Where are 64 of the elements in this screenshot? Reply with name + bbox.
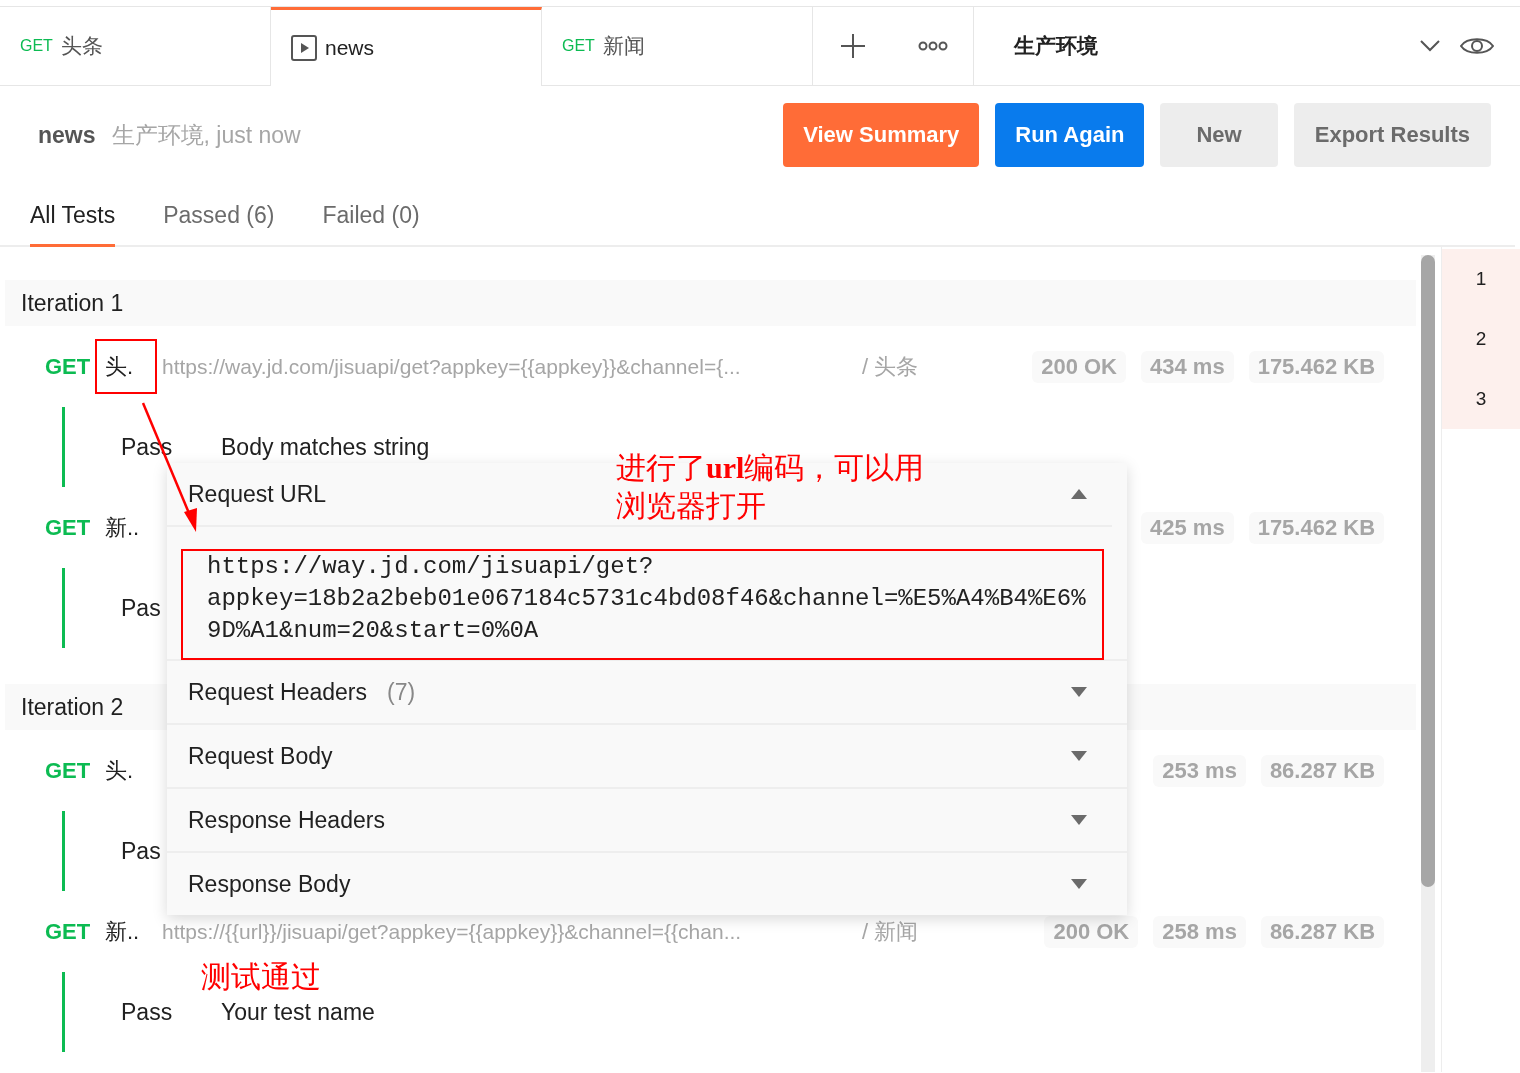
method-label: GET — [20, 37, 53, 55]
section-title[interactable]: Request URL — [188, 480, 327, 507]
method-label: GET — [45, 918, 92, 945]
chevron-down-icon[interactable] — [1420, 40, 1440, 52]
request-name: 头. — [105, 756, 135, 785]
action-button[interactable]: New — [1160, 103, 1278, 167]
result-tab[interactable]: All Tests — [30, 180, 116, 247]
environment-selector[interactable]: 生产环境 — [1014, 32, 1400, 60]
method-label: GET — [45, 353, 92, 380]
request-name: 头. — [105, 352, 135, 381]
method-label: GET — [562, 37, 595, 55]
add-icon[interactable] — [840, 33, 866, 59]
status-chip: 200 OK — [1044, 915, 1139, 948]
folder-path: / 头条 — [862, 352, 920, 381]
time-chip: 253 ms — [1153, 754, 1246, 787]
iteration-number[interactable]: 2 — [1442, 309, 1520, 369]
request-tab[interactable]: news — [271, 7, 542, 86]
annotation-text: 测试通过 — [201, 959, 321, 995]
size-chip: 175.462 KB — [1248, 350, 1385, 383]
section-title[interactable]: Response Headers — [188, 806, 385, 833]
eye-icon[interactable] — [1460, 35, 1494, 57]
size-chip: 175.462 KB — [1248, 511, 1385, 544]
caret-down-icon[interactable] — [1071, 879, 1087, 889]
more-icon[interactable] — [918, 41, 948, 51]
result-tab[interactable]: Failed (0) — [322, 180, 420, 247]
time-chip: 258 ms — [1153, 915, 1246, 948]
time-chip: 434 ms — [1141, 350, 1234, 383]
highlight-box — [95, 339, 157, 394]
section-title[interactable]: Request Body — [188, 742, 333, 769]
method-label: GET — [45, 514, 92, 541]
size-chip: 86.287 KB — [1260, 915, 1385, 948]
test-name: Your test name — [221, 998, 375, 1026]
request-url: https://{{url}}/jisuapi/get?appkey={{appkey}}&channel={{chan... — [162, 919, 743, 944]
caret-down-icon[interactable] — [1071, 751, 1087, 761]
request-name: 新.. — [105, 513, 141, 542]
caret-down-icon[interactable] — [1071, 687, 1087, 697]
iteration-number[interactable]: 3 — [1442, 369, 1520, 429]
caret-up-icon[interactable] — [1071, 489, 1087, 499]
scrollbar-thumb[interactable] — [1421, 255, 1436, 887]
action-button[interactable]: Run Again — [995, 103, 1145, 167]
tab-label: news — [325, 36, 375, 60]
request-url: https://way.jd.com/jisuapi/get?appkey={{appkey}}&channel={... — [162, 354, 742, 379]
action-button[interactable]: Export Results — [1293, 103, 1491, 167]
url-text: https://way.jd.com/jisuapi/get?appkey=18b2a2beb01e067184c5731c4bd08f46&channel=%E5%A4%B4%E6%9D%A1&num=20&start=0%0A — [167, 525, 1112, 659]
method-label: GET — [45, 757, 92, 784]
tab-label: 头条 — [60, 33, 103, 59]
test-name: Body matches string — [221, 433, 430, 461]
annotation-text: 进行了url编码，可以用浏览器打开 — [616, 450, 926, 524]
test-result: Pas — [121, 837, 162, 865]
time-chip: 425 ms — [1141, 511, 1234, 544]
caret-down-icon[interactable] — [1071, 815, 1087, 825]
request-name: 新.. — [105, 917, 141, 946]
run-meta: 生产环境, just now — [111, 120, 302, 150]
iteration-header: Iteration 1 — [5, 280, 1417, 326]
run-name: news — [38, 121, 96, 149]
section-title[interactable]: Response Body — [188, 870, 351, 897]
result-tab[interactable]: Passed (6) — [163, 180, 275, 247]
status-chip: 200 OK — [1032, 350, 1126, 383]
iteration-number[interactable]: 1 — [1442, 249, 1520, 309]
size-chip: 86.287 KB — [1260, 754, 1385, 787]
tab-label: 新闻 — [602, 33, 645, 59]
test-result: Pass — [121, 998, 174, 1026]
play-icon — [291, 35, 317, 61]
folder-path: / 新闻 — [862, 917, 920, 946]
